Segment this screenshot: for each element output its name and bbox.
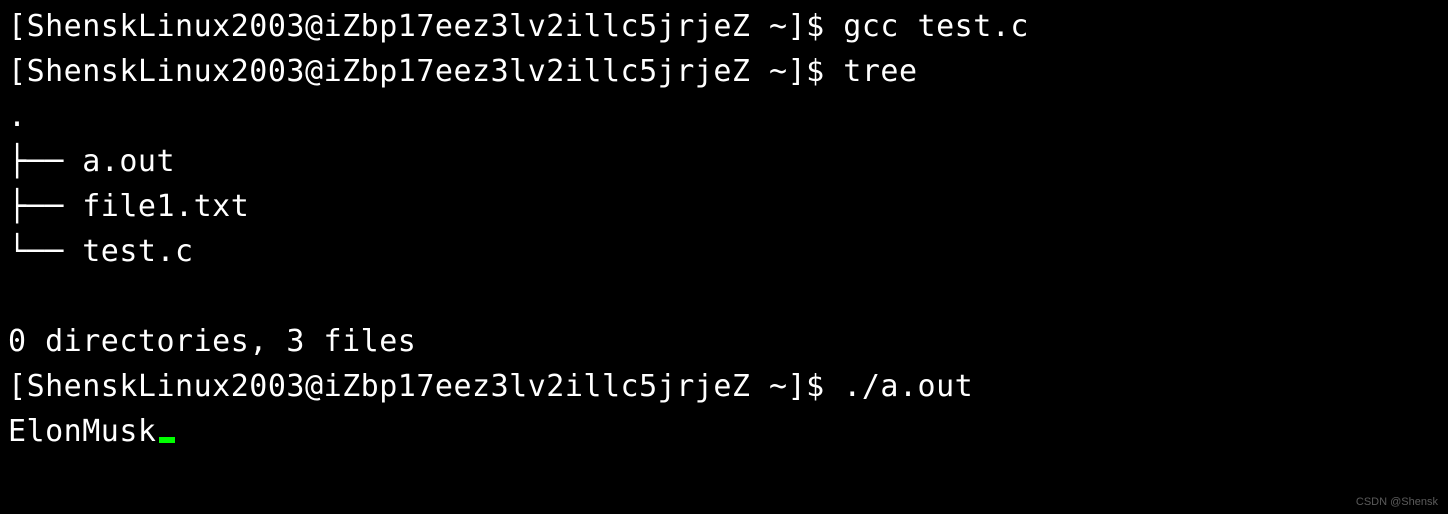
prompt-symbol: $ bbox=[806, 9, 825, 44]
tree-entry-1: ├── file1.txt bbox=[8, 184, 1440, 229]
tree-file-name: a.out bbox=[82, 144, 175, 179]
prompt-symbol: $ bbox=[806, 369, 825, 404]
prompt-user: ShenskLinux2003 bbox=[27, 369, 305, 404]
command-run: ./a.out bbox=[843, 369, 973, 404]
tree-summary: 0 directories, 3 files bbox=[8, 319, 1440, 364]
tree-blank bbox=[8, 274, 1440, 319]
cursor-icon bbox=[159, 437, 175, 443]
tree-entry-2: └── test.c bbox=[8, 229, 1440, 274]
watermark: CSDN @Shensk bbox=[1356, 494, 1438, 511]
tree-branch-icon: └── bbox=[8, 234, 82, 269]
prompt-dir: ~ bbox=[769, 54, 788, 89]
tree-root: . bbox=[8, 94, 1440, 139]
tree-entry-0: ├── a.out bbox=[8, 139, 1440, 184]
tree-file-name: test.c bbox=[82, 234, 193, 269]
command-gcc: gcc test.c bbox=[843, 9, 1029, 44]
prompt-symbol: $ bbox=[806, 54, 825, 89]
terminal-line-1: [ShenskLinux2003@iZbp17eez3lv2illc5jrjeZ… bbox=[8, 4, 1440, 49]
tree-file-name: file1.txt bbox=[82, 189, 249, 224]
prompt-dir: ~ bbox=[769, 9, 788, 44]
prompt-host: iZbp17eez3lv2illc5jrjeZ bbox=[324, 9, 751, 44]
command-tree: tree bbox=[843, 54, 917, 89]
tree-branch-icon: ├── bbox=[8, 144, 82, 179]
terminal-line-2: [ShenskLinux2003@iZbp17eez3lv2illc5jrjeZ… bbox=[8, 49, 1440, 94]
program-output: ElonMusk bbox=[8, 409, 1440, 454]
tree-branch-icon: ├── bbox=[8, 189, 82, 224]
prompt-user: ShenskLinux2003 bbox=[27, 54, 305, 89]
prompt-host: iZbp17eez3lv2illc5jrjeZ bbox=[324, 54, 751, 89]
terminal-line-3: [ShenskLinux2003@iZbp17eez3lv2illc5jrjeZ… bbox=[8, 364, 1440, 409]
prompt-user: ShenskLinux2003 bbox=[27, 9, 305, 44]
prompt-host: iZbp17eez3lv2illc5jrjeZ bbox=[324, 369, 751, 404]
prompt-dir: ~ bbox=[769, 369, 788, 404]
